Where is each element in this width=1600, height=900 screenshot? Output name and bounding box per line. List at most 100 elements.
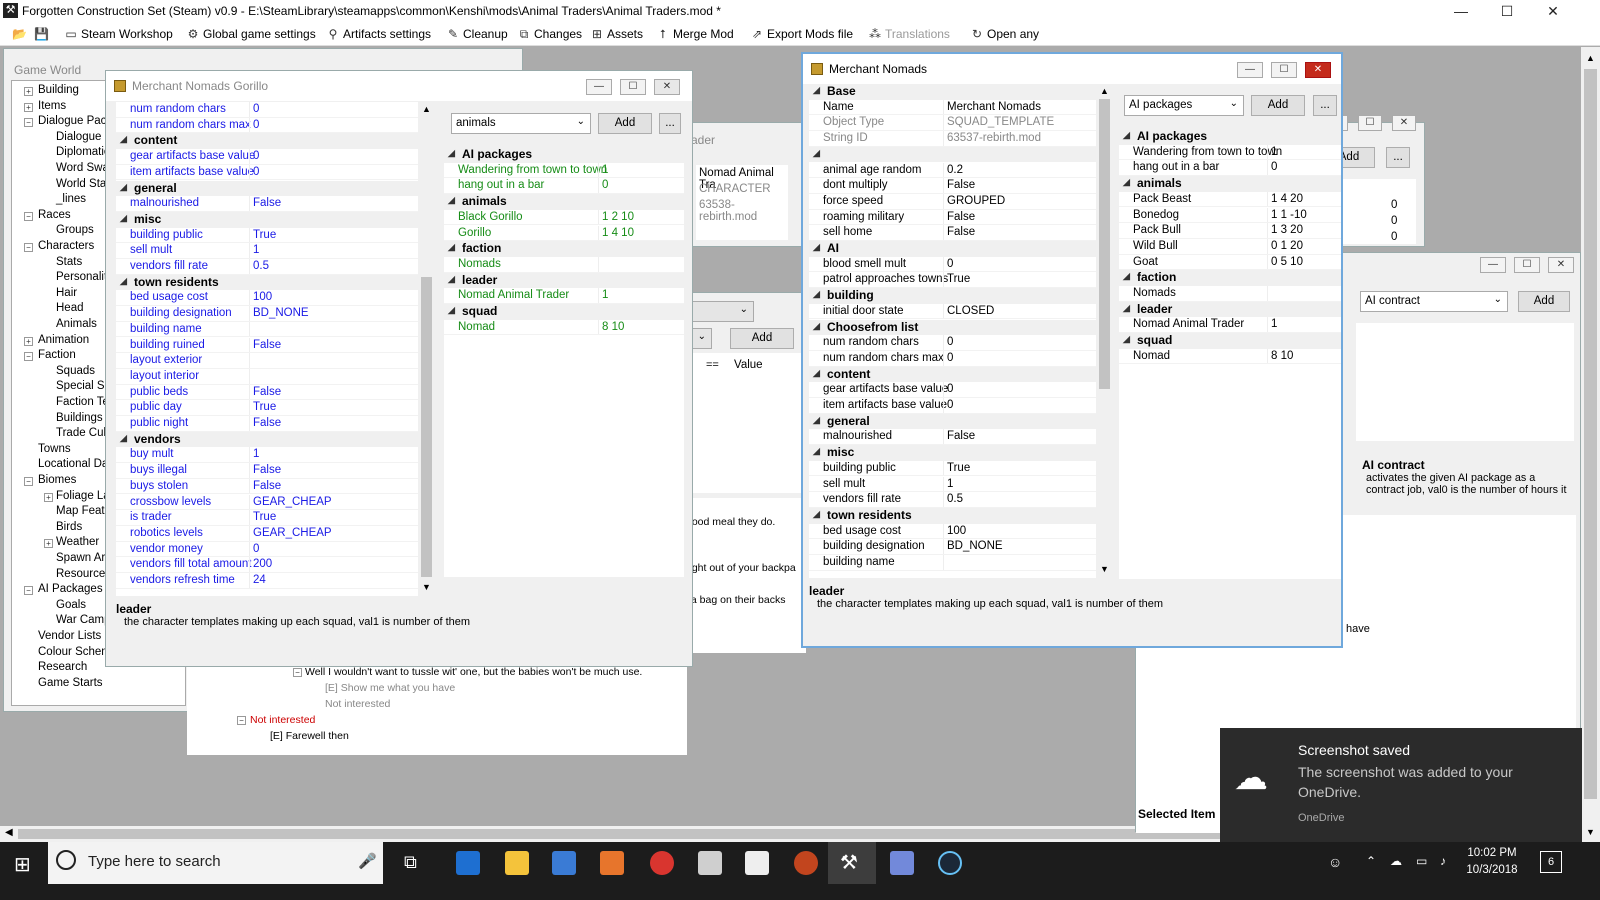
property-value[interactable]: 0 — [253, 119, 259, 131]
ai-contract-combo[interactable]: AI contract ⌄ — [1360, 291, 1508, 312]
tree-item[interactable]: Birds — [56, 521, 82, 533]
property-value[interactable]: False — [947, 211, 975, 223]
property-value[interactable]: True — [253, 511, 276, 523]
property-value[interactable]: False — [947, 179, 975, 191]
grid-category[interactable]: ◢ squad — [444, 304, 684, 320]
property-value[interactable]: False — [253, 386, 281, 398]
nomads-more-button[interactable]: ... — [1313, 95, 1337, 116]
collapse-icon[interactable]: ◢ — [448, 148, 455, 159]
grid-category[interactable]: ◢ Base — [809, 84, 1096, 100]
export-mods-button[interactable]: ⇗ Export Mods file — [750, 27, 853, 41]
app-window-icon[interactable] — [698, 851, 722, 875]
grid-row[interactable]: Pack Bull 1 3 20 — [1119, 223, 1341, 239]
assets-button[interactable]: ⊞ Assets — [590, 27, 643, 41]
notification-toast[interactable]: ☁ Screenshot saved The screenshot was ad… — [1220, 728, 1582, 850]
grid-row[interactable]: Wandering from town to town 1 — [1119, 144, 1341, 161]
property-value[interactable]: False — [947, 430, 975, 442]
gorillo-references-grid[interactable]: ◢ AI packages Wandering from town to town 1… — [444, 147, 684, 577]
tree-item[interactable]: Characters — [38, 240, 94, 252]
open-icon[interactable]: 📂 — [12, 27, 27, 41]
gorillo-max-button[interactable]: ☐ — [620, 79, 646, 95]
collapse-icon[interactable]: ◢ — [448, 305, 455, 316]
grid-row[interactable]: Black Gorillo 1 2 10 — [444, 209, 684, 226]
property-value[interactable]: 1 — [253, 244, 259, 256]
tree-item[interactable]: Faction Te — [56, 396, 109, 408]
cleanup-button[interactable]: ✎ Cleanup — [446, 27, 508, 41]
nomads-grid-scrollbar[interactable]: ▲ ▼ — [1096, 84, 1113, 578]
property-value[interactable]: GEAR_CHEAP — [253, 496, 332, 508]
grid-row[interactable]: patrol approaches towns True — [809, 272, 1096, 289]
grid-row[interactable]: buys illegal False — [116, 463, 418, 479]
property-value[interactable]: False — [253, 464, 281, 476]
minimize-button[interactable]: — — [1438, 0, 1484, 23]
grid-row[interactable]: sell mult 1 — [809, 476, 1096, 493]
grid-category[interactable]: ◢ Choosefrom list — [809, 319, 1096, 336]
property-value[interactable]: 63537-rebirth.mod — [947, 132, 1041, 144]
grid-row[interactable]: roaming military False — [809, 209, 1096, 226]
game-icon[interactable] — [794, 851, 818, 875]
grid-row[interactable]: layout interior — [116, 368, 418, 385]
nomads-close-button[interactable]: ✕ — [1305, 62, 1331, 78]
property-value[interactable]: 1 3 20 — [1271, 224, 1303, 236]
maximize-button[interactable]: ☐ — [1484, 0, 1530, 23]
tree-item[interactable]: _lines — [56, 193, 86, 205]
tree-item[interactable]: Map Featu — [56, 505, 111, 517]
property-value[interactable]: 0.5 — [253, 260, 269, 272]
artifacts-settings-button[interactable]: ⚲ Artifacts settings — [326, 27, 431, 41]
bg2-max[interactable]: ☐ — [1514, 257, 1540, 273]
main-vertical-scrollbar[interactable]: ▲ ▼ — [1581, 47, 1600, 842]
tree-item[interactable]: Goals — [56, 599, 86, 611]
file-explorer-icon[interactable] — [505, 851, 529, 875]
clock-date[interactable]: 10/3/2018 — [1462, 864, 1522, 876]
grid-row[interactable]: initial door state CLOSED — [809, 303, 1096, 320]
property-value[interactable]: 1 4 20 — [1271, 193, 1303, 205]
property-value[interactable]: 0.5 — [947, 493, 963, 505]
grid-category[interactable]: ◢ content — [809, 366, 1096, 383]
property-value[interactable]: True — [947, 462, 970, 474]
grid-row[interactable]: bed usage cost 100 — [116, 290, 418, 307]
nomads-references-grid[interactable]: ◢ AI packages Wandering from town to town 1… — [1119, 129, 1341, 579]
grid-row[interactable]: building name — [116, 321, 418, 338]
tree-item[interactable]: Towns — [38, 443, 71, 455]
grid-category[interactable]: ◢ general — [116, 180, 418, 197]
grid-row[interactable]: building name — [809, 555, 1096, 571]
grid-row[interactable]: building public True — [809, 460, 1096, 477]
property-value[interactable]: 0.2 — [947, 164, 963, 176]
grid-row[interactable]: Pack Beast 1 4 20 — [1119, 191, 1341, 208]
grid-row[interactable]: item artifacts base value 0 — [116, 164, 418, 181]
gorillo-property-grid[interactable]: num random chars 0 num random chars max 0 ◢ c… — [116, 102, 418, 596]
expand-icon[interactable]: + — [24, 102, 33, 112]
taskbar-search[interactable]: Type here to search 🎤 — [48, 842, 383, 884]
gorillo-add-button[interactable]: Add — [598, 113, 652, 134]
tree-item[interactable]: Weather — [56, 536, 99, 548]
grid-row[interactable]: Wild Bull 0 1 20 — [1119, 238, 1341, 255]
mail-icon[interactable] — [745, 851, 769, 875]
scroll-up-icon[interactable]: ▲ — [1100, 86, 1109, 96]
grid-row[interactable]: public night False — [116, 416, 418, 432]
microphone-icon[interactable]: 🎤 — [358, 852, 377, 870]
save-icon[interactable]: 💾 — [34, 27, 49, 41]
property-value[interactable]: 1 — [602, 164, 608, 176]
grid-row[interactable]: gear artifacts base value 0 — [116, 149, 418, 165]
property-value[interactable]: True — [253, 229, 276, 241]
dialogue-node[interactable]: Not interested — [325, 698, 390, 710]
grid-category[interactable]: ◢ leader — [444, 272, 684, 289]
grid-category[interactable]: ◢ animals — [444, 194, 684, 210]
property-value[interactable]: 1 4 10 — [602, 227, 634, 239]
grid-category[interactable]: ◢ animals — [1119, 176, 1341, 192]
tree-item[interactable]: Squads — [56, 365, 95, 377]
grid-row[interactable]: malnourished False — [116, 196, 418, 212]
tree-item[interactable]: Locational Dar — [38, 458, 112, 470]
grid-row[interactable]: blood smell mult 0 — [809, 256, 1096, 273]
property-value[interactable]: 1 — [253, 448, 259, 460]
property-value[interactable]: 100 — [253, 291, 272, 303]
tree-item[interactable]: Vendor Lists — [38, 630, 101, 642]
gorillo-grid-scrollbar[interactable]: ▲ ▼ — [418, 102, 435, 596]
property-value[interactable]: False — [253, 339, 281, 351]
grid-category[interactable]: ◢ leader — [1119, 301, 1341, 318]
media-player-icon[interactable] — [600, 851, 624, 875]
collapse-icon[interactable]: ◢ — [813, 321, 820, 332]
property-value[interactable]: 0 — [253, 103, 259, 115]
collapse-icon[interactable]: ◢ — [1123, 177, 1130, 188]
grid-row[interactable]: num random chars 0 — [809, 335, 1096, 351]
